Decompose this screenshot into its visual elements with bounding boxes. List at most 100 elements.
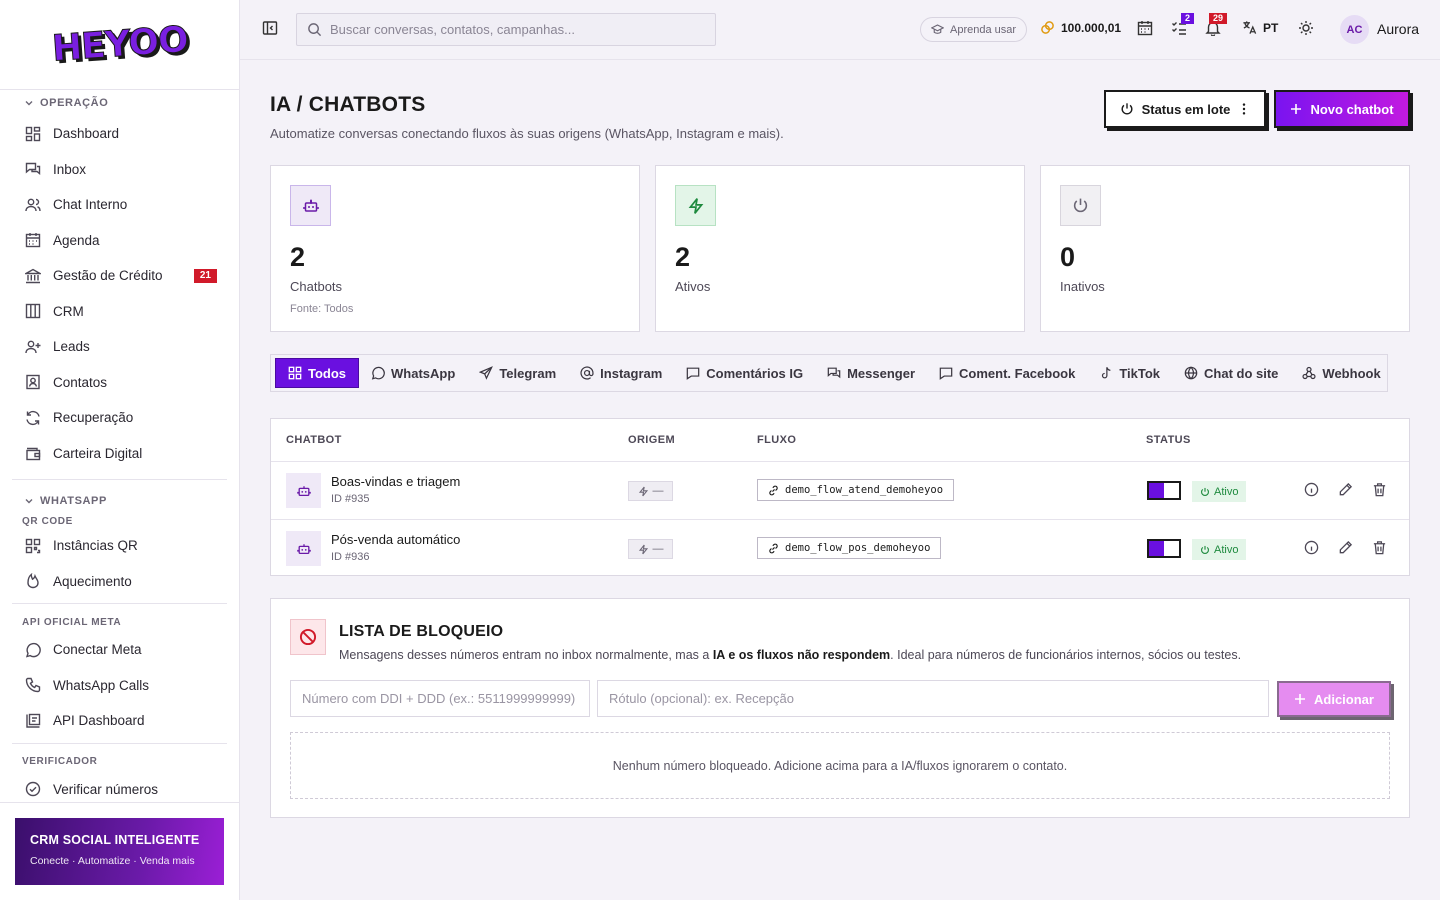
tab-todos[interactable]: Todos xyxy=(275,358,360,388)
global-search[interactable] xyxy=(296,13,716,46)
language-selector[interactable]: PT xyxy=(1242,20,1278,35)
chatbots-table: CHATBOT ORIGEM FLUXO STATUS Boas-vindas … xyxy=(270,418,1410,576)
trash-icon[interactable] xyxy=(1372,540,1388,556)
sidebar-item-label: Leads xyxy=(53,339,90,355)
sidebar-item-recuperacao[interactable]: Recuperação xyxy=(12,400,227,436)
send-icon xyxy=(479,366,494,380)
stat-card-ativos: 2 Ativos xyxy=(655,165,1025,332)
calendar-icon[interactable] xyxy=(1137,20,1155,38)
page-title: IA / CHATBOTS xyxy=(270,93,426,116)
blocked-number-input[interactable] xyxy=(290,680,590,717)
flow-link[interactable]: demo_flow_pos_demoheyoo xyxy=(757,537,942,559)
sidebar-item-whatsapp-calls[interactable]: WhatsApp Calls xyxy=(12,668,227,704)
flow-link[interactable]: demo_flow_atend_demoheyoo xyxy=(757,479,955,501)
column-header-origin[interactable]: ORIGEM xyxy=(628,434,675,446)
stat-source: Fonte: Todos xyxy=(290,303,354,315)
sidebar-item-aquecimento[interactable]: Aquecimento xyxy=(12,564,227,600)
sidebar-item-verificar-numeros[interactable]: Verificar números xyxy=(12,772,227,803)
comment-icon xyxy=(686,366,700,380)
edit-icon[interactable] xyxy=(1338,482,1354,498)
sidebar-item-inbox[interactable]: Inbox xyxy=(12,152,227,188)
edit-icon[interactable] xyxy=(1338,540,1354,556)
status-badge: Ativo xyxy=(1192,481,1247,502)
promo-banner[interactable]: CRM SOCIAL INTELIGENTE Conecte · Automat… xyxy=(15,818,224,885)
column-header-chatbot[interactable]: CHATBOT xyxy=(286,434,342,446)
whatsapp-icon xyxy=(24,641,41,658)
sidebar-item-label: Instâncias QR xyxy=(53,538,138,554)
brand-logo[interactable]: HEYOO xyxy=(50,19,189,70)
check-circle-icon xyxy=(24,781,41,798)
info-icon[interactable] xyxy=(1304,540,1320,556)
origin-badge: — xyxy=(628,539,673,559)
tasks-badge: 2 xyxy=(1181,13,1195,24)
blocked-label-input[interactable] xyxy=(597,680,1269,717)
bolt-icon xyxy=(638,486,649,497)
tab-messenger[interactable]: Messenger xyxy=(815,358,927,388)
status-toggle[interactable] xyxy=(1147,539,1181,558)
tab-label: Todos xyxy=(308,365,347,381)
sidebar-item-leads[interactable]: Leads xyxy=(12,329,227,365)
origin-value: — xyxy=(652,543,664,555)
batch-status-button[interactable]: Status em lote xyxy=(1104,90,1266,128)
notifications-badge: 29 xyxy=(1209,13,1228,24)
sidebar-item-carteira[interactable]: Carteira Digital xyxy=(12,436,227,472)
link-icon xyxy=(768,485,779,496)
chatbot-name[interactable]: Boas-vindas e triagem xyxy=(331,474,460,489)
sidebar-item-instancias-qr[interactable]: Instâncias QR xyxy=(12,528,227,564)
globe-icon xyxy=(1184,366,1198,380)
link-icon xyxy=(768,543,779,554)
tab-whatsapp[interactable]: WhatsApp xyxy=(359,358,467,388)
credits-balance[interactable]: 100.000,01 xyxy=(1040,20,1121,35)
table-row[interactable]: Boas-vindas e triagem ID #935 — demo_flo… xyxy=(271,462,1409,519)
sidebar-item-api-dashboard[interactable]: API Dashboard xyxy=(12,703,227,739)
tab-tiktok[interactable]: TikTok xyxy=(1087,358,1172,388)
sidebar-item-conectar-meta[interactable]: Conectar Meta xyxy=(12,632,227,668)
status-text: Ativo xyxy=(1214,485,1239,498)
tab-comentarios-ig[interactable]: Comentários IG xyxy=(674,358,815,388)
search-input[interactable] xyxy=(330,22,710,37)
info-icon[interactable] xyxy=(1304,482,1320,498)
tab-telegram[interactable]: Telegram xyxy=(467,358,568,388)
sidebar-item-label: Conectar Meta xyxy=(53,642,142,658)
credits-value: 100.000,01 xyxy=(1061,20,1122,35)
sun-icon[interactable] xyxy=(1298,20,1316,38)
section-whatsapp[interactable]: WHATSAPP xyxy=(12,488,227,514)
table-row[interactable]: Pós-venda automático ID #936 — demo_flow… xyxy=(271,519,1409,576)
new-chatbot-button[interactable]: Novo chatbot xyxy=(1274,90,1410,128)
section-operacao[interactable]: OPERAÇÃO xyxy=(12,90,227,116)
qr-icon xyxy=(24,537,41,554)
user-name[interactable]: Aurora xyxy=(1377,21,1419,37)
robot-icon xyxy=(290,185,331,226)
sidebar-divider xyxy=(12,742,227,744)
tab-coment-facebook[interactable]: Coment. Facebook xyxy=(927,358,1087,388)
avatar[interactable]: AC xyxy=(1340,15,1369,44)
add-blocked-label: Adicionar xyxy=(1314,691,1374,707)
learn-button[interactable]: Aprenda usar xyxy=(920,17,1028,42)
chatbot-name[interactable]: Pós-venda automático xyxy=(331,532,460,547)
column-header-flow[interactable]: FLUXO xyxy=(757,434,796,446)
column-header-status[interactable]: STATUS xyxy=(1146,434,1191,446)
status-toggle[interactable] xyxy=(1147,481,1181,500)
sidebar-collapse-icon[interactable] xyxy=(262,20,280,38)
group-title-meta: API OFICIAL META xyxy=(22,616,122,628)
sidebar-item-label: WhatsApp Calls xyxy=(53,677,150,693)
tab-label: TikTok xyxy=(1119,365,1161,381)
tab-instagram[interactable]: Instagram xyxy=(568,358,674,388)
sidebar-item-dashboard[interactable]: Dashboard xyxy=(12,116,227,152)
sidebar-item-gestao-credito[interactable]: Gestão de Crédito 21 xyxy=(12,258,227,294)
blocklist-description: Mensagens desses números entram no inbox… xyxy=(339,648,1242,662)
tab-chat-do-site[interactable]: Chat do site xyxy=(1172,358,1290,388)
refresh-icon xyxy=(24,409,41,426)
add-blocked-button[interactable]: Adicionar xyxy=(1277,681,1391,717)
trash-icon[interactable] xyxy=(1372,482,1388,498)
sidebar-item-label: Aquecimento xyxy=(53,573,132,589)
sidebar-item-crm[interactable]: CRM xyxy=(12,294,227,330)
sidebar-item-agenda[interactable]: Agenda xyxy=(12,223,227,259)
sidebar-item-chat-interno[interactable]: Chat Interno xyxy=(12,187,227,223)
sidebar-item-contatos[interactable]: Contatos xyxy=(12,365,227,401)
language-code: PT xyxy=(1263,20,1279,35)
calendar-icon xyxy=(24,232,41,249)
tab-label: Webhook xyxy=(1322,365,1381,381)
tab-webhook[interactable]: Webhook xyxy=(1290,358,1392,388)
toggle-knob xyxy=(1149,541,1164,556)
